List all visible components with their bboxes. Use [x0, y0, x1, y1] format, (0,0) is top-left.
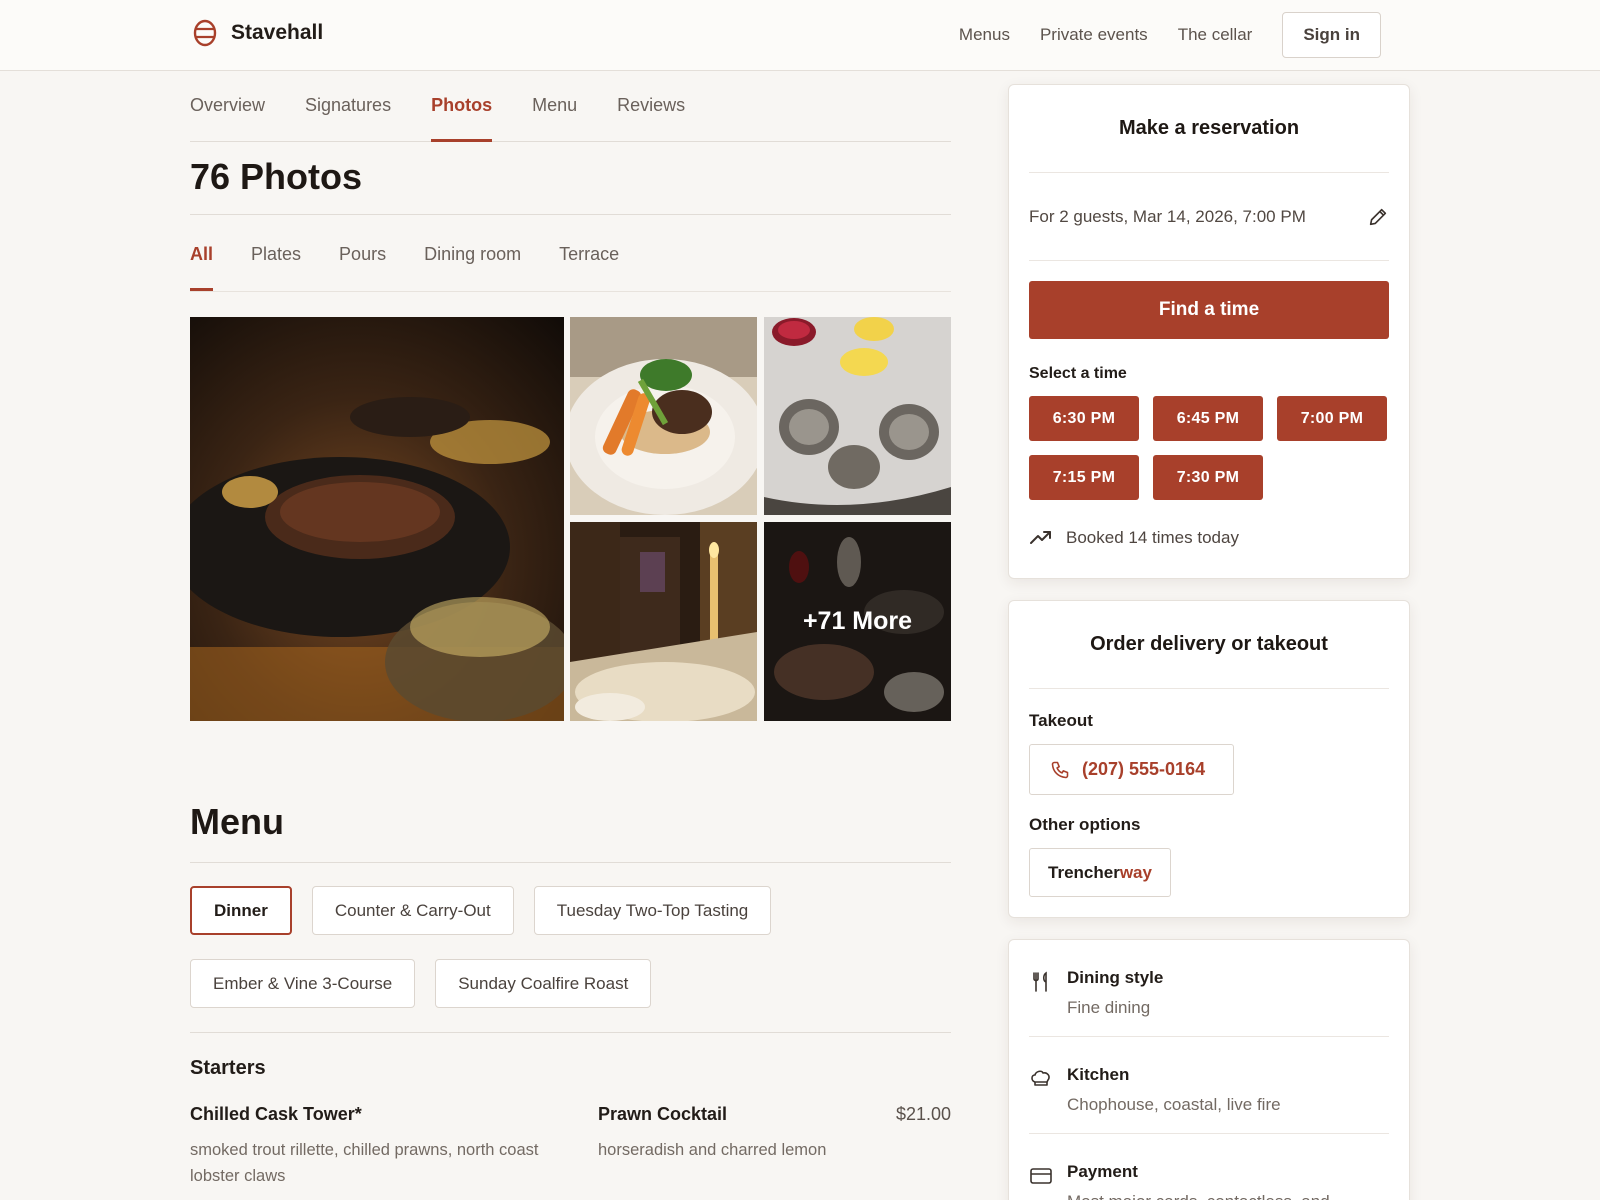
- time-slot-645[interactable]: 6:45 PM: [1153, 396, 1263, 441]
- utensils-icon: [1033, 971, 1047, 992]
- menu-item-price: $21.00: [895, 1104, 951, 1124]
- menu-item: Chilled Cask Tower* smoked trout rillett…: [190, 1104, 598, 1189]
- brand-logo[interactable]: Stavehall: [192, 18, 323, 48]
- chef-hat-icon: [1031, 1070, 1050, 1086]
- delivery-partner-button[interactable]: Trencher way: [1029, 848, 1171, 897]
- chip-counter-carry-out[interactable]: Counter & Carry-Out: [311, 886, 514, 935]
- details-card: Dining style Fine dining Kitchen Chophou…: [1008, 939, 1410, 1200]
- nav-menus[interactable]: Menus: [959, 25, 1010, 45]
- detail-kitchen: Kitchen Chophouse, coastal, live fire: [1029, 1037, 1389, 1134]
- tab-overview[interactable]: Overview: [190, 72, 265, 141]
- filter-pours[interactable]: Pours: [339, 215, 386, 291]
- pencil-icon[interactable]: [1367, 206, 1389, 228]
- reservation-title: Make a reservation: [1029, 85, 1389, 173]
- time-slot-730[interactable]: 7:30 PM: [1153, 455, 1263, 500]
- time-slot-630[interactable]: 6:30 PM: [1029, 396, 1139, 441]
- menu-item-desc: smoked trout rillette, chilled prawns, n…: [190, 1141, 539, 1185]
- detail-title: Payment: [1067, 1162, 1138, 1181]
- more-photos-label: +71 More: [764, 522, 951, 721]
- chip-tuesday-two-top[interactable]: Tuesday Two-Top Tasting: [533, 886, 772, 935]
- find-a-time-button[interactable]: Find a time: [1029, 281, 1389, 339]
- detail-text: Most major cards, contactless, and: [1067, 1192, 1330, 1200]
- detail-title: Dining style: [1067, 968, 1164, 987]
- filter-terrace[interactable]: Terrace: [559, 215, 619, 291]
- photo-steak[interactable]: [190, 317, 564, 721]
- detail-dining-style: Dining style Fine dining: [1029, 940, 1389, 1037]
- top-bar: Stavehall Menus Private events The cella…: [0, 0, 1600, 71]
- detail-title: Kitchen: [1067, 1065, 1130, 1084]
- photo-filters: All Plates Pours Dining room Terrace: [190, 215, 951, 292]
- time-slots: 6:30 PM 6:45 PM 7:00 PM 7:15 PM 7:30 PM: [1029, 396, 1389, 500]
- select-time-label: Select a time: [1029, 365, 1127, 382]
- credit-card-icon: [1030, 1168, 1052, 1184]
- main-column: Overview Signatures Photos Menu Reviews …: [190, 72, 951, 1189]
- booked-count: Booked 14 times today: [1029, 526, 1389, 576]
- detail-payment: Payment Most major cards, contactless, a…: [1029, 1134, 1389, 1200]
- sign-in-button[interactable]: Sign in: [1282, 12, 1381, 58]
- menu-item: Prawn Cocktail $21.00 horseradish and ch…: [598, 1104, 951, 1189]
- reservation-summary[interactable]: For 2 guests, Mar 14, 2026, 7:00 PM: [1029, 173, 1389, 261]
- partner-name-main: Trencher: [1048, 862, 1120, 882]
- chip-ember-vine[interactable]: Ember & Vine 3-Course: [190, 959, 416, 1008]
- barrel-icon: [193, 19, 217, 47]
- filter-plates[interactable]: Plates: [251, 215, 301, 291]
- section-tabs: Overview Signatures Photos Menu Reviews: [190, 72, 951, 142]
- menu-item-name: Chilled Cask Tower*: [190, 1104, 362, 1124]
- tab-signatures[interactable]: Signatures: [305, 72, 391, 141]
- detail-text: Fine dining: [1067, 998, 1151, 1017]
- tab-reviews[interactable]: Reviews: [617, 72, 685, 141]
- reservation-summary-text: For 2 guests, Mar 14, 2026, 7:00 PM: [1029, 206, 1306, 226]
- menu-title: Menu: [190, 801, 951, 863]
- photo-gallery: +71 More: [190, 317, 951, 721]
- takeout-label: Takeout: [1029, 711, 1093, 730]
- delivery-card: Order delivery or takeout Takeout (207) …: [1008, 600, 1410, 918]
- menu-item-desc: horseradish and charred lemon: [598, 1141, 827, 1159]
- menu-chips: Dinner Counter & Carry-Out Tuesday Two-T…: [190, 886, 951, 1033]
- delivery-title: Order delivery or takeout: [1029, 601, 1389, 689]
- detail-text: Chophouse, coastal, live fire: [1067, 1095, 1281, 1114]
- phone-number: (207) 555-0164: [1082, 759, 1206, 779]
- chip-sunday-coalfire[interactable]: Sunday Coalfire Roast: [435, 959, 652, 1008]
- other-options-label: Other options: [1029, 815, 1141, 834]
- menu-section-starters: Starters: [190, 1057, 266, 1079]
- menu-item-name: Prawn Cocktail: [598, 1104, 728, 1124]
- nav-the-cellar[interactable]: The cellar: [1178, 25, 1253, 45]
- photo-oysters[interactable]: [764, 317, 951, 515]
- tab-photos[interactable]: Photos: [431, 72, 493, 142]
- photo-dining-room[interactable]: [570, 522, 757, 721]
- booked-text: Booked 14 times today: [1066, 528, 1239, 547]
- photo-more[interactable]: +71 More: [764, 522, 951, 721]
- tab-menu[interactable]: Menu: [532, 72, 577, 141]
- photo-plated-dish[interactable]: [570, 317, 757, 515]
- time-slot-715[interactable]: 7:15 PM: [1029, 455, 1139, 500]
- takeout-phone-button[interactable]: (207) 555-0164: [1029, 744, 1234, 795]
- reservation-card: Make a reservation For 2 guests, Mar 14,…: [1008, 84, 1410, 579]
- photos-title: 76 Photos: [190, 156, 951, 215]
- filter-all[interactable]: All: [190, 215, 214, 291]
- menu-items: Chilled Cask Tower* smoked trout rillett…: [190, 1104, 951, 1189]
- trending-up-icon: [1030, 531, 1051, 544]
- time-slot-700[interactable]: 7:00 PM: [1277, 396, 1387, 441]
- phone-icon: [1051, 761, 1069, 778]
- partner-name-accent: way: [1119, 862, 1152, 882]
- filter-dining-room[interactable]: Dining room: [424, 215, 521, 291]
- chip-dinner[interactable]: Dinner: [190, 886, 292, 935]
- nav-private-events[interactable]: Private events: [1040, 25, 1148, 45]
- brand-name: Stavehall: [231, 21, 324, 44]
- top-nav: Menus Private events The cellar Sign in: [929, 12, 1381, 58]
